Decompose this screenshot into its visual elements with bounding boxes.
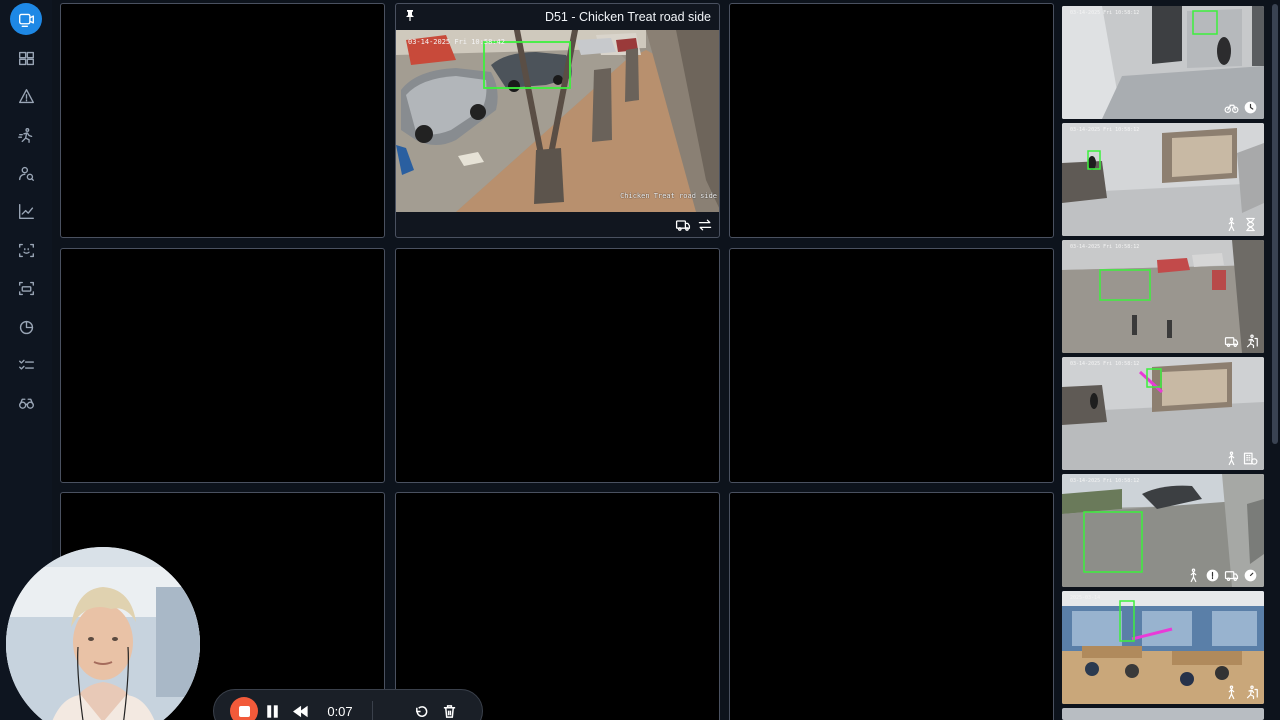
rewind-button[interactable] [286,697,314,720]
camera-title: D51 - Chicken Treat road side [544,10,711,24]
walking-person-icon [1228,451,1235,466]
info-icon [1206,569,1219,582]
recording-timer: 0:07 [327,703,353,719]
osd-timestamp: 03-14-2025 Fri 10:58:12 [1070,244,1140,250]
nav-video-wall[interactable] [10,3,42,35]
clock-icon [1244,101,1257,114]
nav-layouts[interactable] [10,42,42,74]
grid-toggle-button[interactable] [379,697,407,720]
osd-timestamp: 03-14-2025 Fri 10:58:12 [1070,361,1140,367]
osd-timestamp: 2025-03-14 [1070,595,1101,601]
speed-icon [1244,569,1257,582]
running-exit-icon [1246,685,1258,700]
alert-triangle-icon [18,88,34,103]
pin-icon[interactable] [404,8,416,26]
walking-person-icon [1228,217,1235,232]
event-type-icons [1224,334,1258,349]
camera-tile-d51[interactable]: D51 - Chicken Treat road side 03-14-2025… [395,3,720,238]
building-alert-icon [1243,452,1258,465]
pie-chart-icon [19,320,33,334]
camera-feed-d51[interactable]: 03-14-2025 Fri 10:58:42 Chicken Treat ro… [396,30,719,212]
nav-tasks[interactable] [10,349,42,381]
osd-camera-label: Chicken Treat road side [620,192,717,200]
rewind-icon [292,705,308,717]
binoculars-icon [18,398,34,409]
swap-icon[interactable] [697,217,713,233]
camera-tile-empty[interactable] [729,492,1054,720]
event-type-icons [1224,685,1258,700]
vehicle-icon [1224,571,1239,581]
vehicle-icon [1224,337,1239,347]
restart-button[interactable] [407,697,435,720]
event-type-icons [1224,217,1258,232]
video-wall-icon [18,13,34,27]
street-scene-image [396,30,719,212]
dotted-grid-icon [386,704,401,719]
osd-timestamp: 03-14-2025 Fri 10:58:12 [1070,478,1140,484]
person-search-icon [18,166,34,181]
nav-plate-recognition[interactable] [10,272,42,304]
nav-reports[interactable] [10,311,42,343]
event-type-icons [1224,100,1258,115]
app-root: D51 - Chicken Treat road side 03-14-2025… [0,0,1280,720]
grid-layout-icon [18,51,34,65]
event-thumbnail[interactable]: 03-14-2025 Fri 10:58:12 [1062,357,1264,470]
osd-timestamp: 03-14-2025 Fri 10:58:12 [1070,127,1140,133]
nav-analytics[interactable] [10,195,42,227]
trash-icon [443,704,455,718]
event-thumbnail[interactable]: 03-14-2025 Fri 10:58:12 [1062,123,1264,236]
running-person-icon [17,127,32,143]
checklist-icon [18,359,34,370]
event-thumbnail[interactable] [1062,708,1264,720]
event-thumbnail[interactable]: 03-14-2025 Fri 10:58:12 [1062,6,1264,119]
plate-scan-icon [18,281,34,295]
event-type-icons [1186,568,1258,583]
running-exit-icon [1246,334,1258,349]
events-scrollbar[interactable] [1272,4,1278,444]
event-thumbnail[interactable]: 03-14-2025 Fri 10:58:12 [1062,240,1264,353]
camera-tile-empty[interactable] [60,3,385,238]
camera-tile-empty[interactable] [395,248,720,483]
camera-tile-empty[interactable] [729,248,1054,483]
camera-tile-empty[interactable] [395,492,720,720]
restart-icon [415,705,427,717]
camera-tile-empty[interactable] [729,3,1054,238]
pause-recording-button[interactable] [258,697,286,720]
event-thumbnail[interactable]: 2025-03-14 [1062,591,1264,704]
camera-tile-header: D51 - Chicken Treat road side [396,4,719,30]
face-scan-icon [18,243,34,257]
nav-alerts[interactable] [10,80,42,112]
delete-recording-button[interactable] [435,697,463,720]
bicycle-icon [1224,104,1239,113]
stop-icon [238,705,250,717]
osd-timestamp: 03-14-2025 Fri 10:58:12 [1070,10,1140,16]
walking-person-icon [1190,568,1197,583]
toolbar-divider [372,701,373,720]
walking-person-icon [1228,685,1235,700]
nav-person-search[interactable] [10,157,42,189]
nav-watch[interactable] [10,387,42,419]
event-thumbnail[interactable]: 03-14-2025 Fri 10:58:12 [1062,474,1264,587]
pause-icon [266,704,278,718]
line-chart-icon [18,203,34,219]
recording-toolbar: 0:07 [213,689,483,720]
osd-timestamp: 03-14-2025 Fri 10:58:42 [408,38,505,46]
nav-face-recognition[interactable] [10,234,42,266]
camera-tile-empty[interactable] [60,248,385,483]
nav-motion[interactable] [10,119,42,151]
camera-tile-footer [675,217,713,233]
vehicle-icon[interactable] [675,217,691,233]
event-type-icons [1224,451,1258,466]
stop-recording-button[interactable] [230,697,258,720]
hourglass-icon [1246,217,1255,232]
